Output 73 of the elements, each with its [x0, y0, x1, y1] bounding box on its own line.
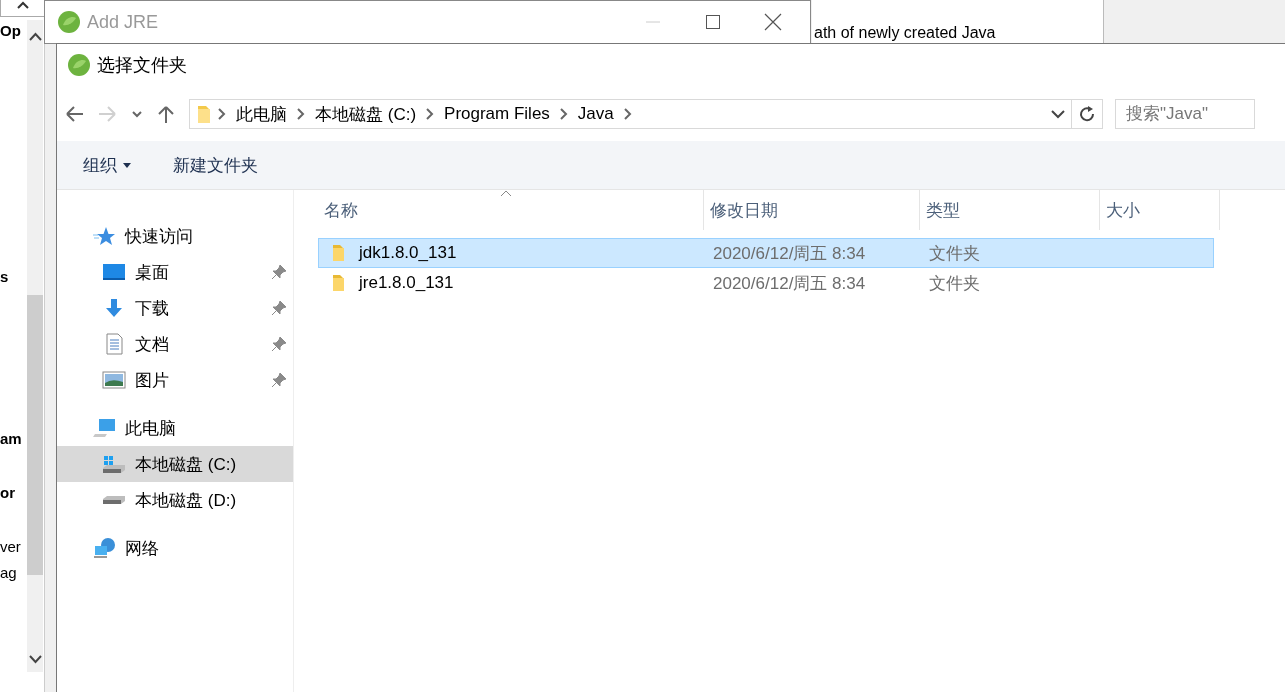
back-arrow-icon[interactable] [64, 104, 84, 124]
breadcrumb-item[interactable]: Java [573, 104, 618, 124]
nav-item[interactable]: 快速访问 [57, 218, 293, 254]
pin-icon [271, 264, 287, 280]
file-row[interactable]: jre1.8.0_131 2020/6/12/周五 8:34 文件夹 [318, 268, 1214, 298]
file-type: 文件夹 [928, 242, 981, 265]
pin-icon [271, 336, 287, 352]
text-fragment: am [0, 430, 22, 447]
close-icon[interactable] [764, 13, 782, 31]
toolbar-button[interactable]: 新建文件夹 [165, 149, 266, 181]
nav-item[interactable]: 本地磁盘 (D:) [57, 482, 293, 518]
folder-icon [331, 274, 347, 292]
scrollbar[interactable] [27, 20, 43, 672]
computer-icon [93, 419, 115, 437]
file-type: 文件夹 [928, 272, 981, 295]
breadcrumb-item[interactable]: 本地磁盘 (C:) [311, 102, 421, 126]
picture-icon [102, 371, 126, 389]
search-field[interactable]: 搜索"Java" [1115, 99, 1255, 129]
text-fragment: ag [0, 564, 17, 581]
document-icon [105, 333, 123, 355]
text-fragment: ver [0, 538, 21, 555]
text-fragment: or [0, 484, 15, 501]
column-header[interactable]: 大小 [1100, 190, 1220, 230]
caret-icon[interactable] [123, 162, 131, 168]
breadcrumb-item[interactable]: Program Files [440, 104, 554, 124]
toolbar-button[interactable]: 组织 [75, 149, 139, 181]
chevron-right-icon[interactable] [559, 108, 568, 120]
nav-item[interactable]: 网络 [57, 530, 293, 566]
chevron-down-icon[interactable] [1051, 109, 1065, 119]
chevron-right-icon[interactable] [297, 108, 305, 120]
up-arrow-icon[interactable] [156, 104, 176, 124]
file-row[interactable]: jdk1.8.0_131 2020/6/12/周五 8:34 文件夹 [318, 238, 1214, 268]
nav-item[interactable]: 桌面 [57, 254, 293, 290]
maximize-icon[interactable] [705, 14, 721, 30]
scrollbar-thumb[interactable] [27, 295, 43, 575]
nav-item[interactable]: 此电脑 [57, 410, 293, 446]
chevron-up-icon[interactable] [16, 0, 30, 10]
desktop-icon [103, 264, 125, 280]
chevron-right-icon[interactable] [623, 108, 632, 120]
nav-item[interactable]: 本地磁盘 (C:) [57, 446, 293, 482]
folder-icon [331, 244, 347, 262]
chevron-right-icon[interactable] [426, 108, 435, 120]
address-bar[interactable]: 此电脑 本地磁盘 (C:) Program Files Java [189, 99, 1103, 129]
leaf-logo-icon [57, 10, 81, 34]
column-header[interactable]: 类型 [920, 190, 1100, 230]
description-text: ath of newly created Java [814, 24, 996, 42]
chevron-down-icon[interactable] [29, 654, 42, 664]
network-icon [93, 538, 115, 558]
modified-date: 2020/6/12/周五 8:34 [712, 272, 867, 295]
column-header[interactable]: 修改日期 [704, 190, 920, 230]
pin-icon [271, 300, 287, 316]
folder-icon [196, 104, 212, 124]
nav-item[interactable]: 文档 [57, 326, 293, 362]
chevron-up-icon[interactable] [29, 32, 42, 42]
pin-icon [271, 372, 287, 388]
nav-item[interactable]: 图片 [57, 362, 293, 398]
column-header[interactable]: 名称 [318, 190, 704, 230]
text-fragment: s [0, 268, 9, 285]
drive-icon [103, 455, 125, 473]
window-title: Add JRE [87, 11, 160, 33]
leaf-logo-icon [67, 53, 91, 77]
download-arrow-icon [106, 299, 122, 317]
breadcrumb-item[interactable]: 此电脑 [232, 102, 291, 126]
nav-item[interactable]: 下载 [57, 290, 293, 326]
refresh-icon[interactable] [1078, 105, 1096, 123]
star-icon [93, 227, 115, 245]
drive-icon [103, 496, 125, 504]
dialog-title: 选择文件夹 [97, 54, 187, 77]
file-name: jdk1.8.0_131 [359, 243, 457, 263]
text-fragment: Op [0, 22, 21, 39]
modified-date: 2020/6/12/周五 8:34 [712, 242, 867, 265]
chevron-right-icon[interactable] [218, 108, 226, 120]
file-name: jre1.8.0_131 [359, 273, 454, 293]
